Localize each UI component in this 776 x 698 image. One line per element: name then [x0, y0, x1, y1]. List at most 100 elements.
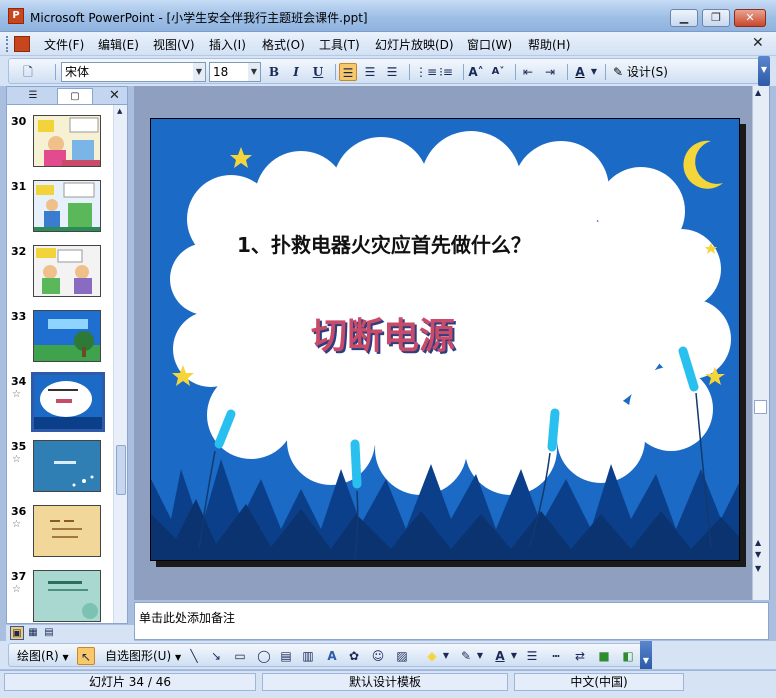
- toolbar-options-icon[interactable]: ▼: [640, 641, 652, 669]
- scroll-down-icon[interactable]: ▼: [755, 550, 761, 559]
- shadow-style-icon[interactable]: ■: [595, 647, 613, 665]
- align-center-icon[interactable]: ☰: [361, 63, 379, 81]
- fill-color-icon[interactable]: ◆: [423, 647, 441, 665]
- notes-placeholder[interactable]: 单击此处添加备注: [139, 609, 235, 626]
- numbered-list-icon[interactable]: ⋮≡: [415, 63, 437, 81]
- slide-number: 32: [11, 245, 27, 258]
- slide-answer[interactable]: 切断电源: [311, 307, 455, 359]
- slide-number: 37: [11, 570, 27, 583]
- close-document-icon[interactable]: ✕: [752, 35, 764, 51]
- select-objects-icon[interactable]: ↖: [77, 647, 95, 665]
- slide-thumbnail-35[interactable]: 35 ☆: [7, 440, 111, 502]
- italic-button[interactable]: I: [287, 63, 305, 81]
- underline-button[interactable]: U: [309, 63, 327, 81]
- slide-thumbnail-34[interactable]: 34 ☆: [7, 372, 111, 437]
- slide-thumbnail-33[interactable]: 33: [7, 310, 111, 372]
- tab-outline[interactable]: ☰: [15, 88, 51, 104]
- slide-preview: [33, 570, 101, 622]
- line-icon[interactable]: ╲: [185, 647, 203, 665]
- align-left-icon[interactable]: ☰: [339, 63, 357, 81]
- oval-icon[interactable]: ◯: [255, 647, 273, 665]
- font-name-combo[interactable]: 宋体 ▼: [61, 62, 206, 82]
- menu-slideshow[interactable]: 幻灯片放映(D): [375, 36, 454, 53]
- wordart-icon[interactable]: A: [323, 647, 341, 665]
- slides-pane: ☰ ▢ ✕ 30 31 32 33 34 ☆ 35 ☆ 36 ☆ 37 ☆ ▲: [6, 86, 128, 624]
- clipart-icon[interactable]: ☺: [369, 647, 387, 665]
- normal-view-icon[interactable]: ▣: [10, 626, 24, 640]
- scroll-up-icon[interactable]: ▲: [117, 107, 122, 115]
- close-pane-icon[interactable]: ✕: [109, 88, 120, 103]
- chevron-down-icon[interactable]: ▼: [509, 647, 519, 665]
- scroll-thumb[interactable]: [116, 445, 126, 495]
- increase-indent-icon[interactable]: ⇥: [541, 63, 559, 81]
- decrease-indent-icon[interactable]: ⇤: [519, 63, 537, 81]
- slide-thumbnail-32[interactable]: 32: [7, 245, 111, 307]
- tab-slides[interactable]: ▢: [57, 88, 93, 104]
- design-button[interactable]: ✎ 设计(S): [613, 62, 668, 82]
- slide-thumbnail-30[interactable]: 30: [7, 115, 111, 177]
- previous-slide-icon[interactable]: ▲: [755, 538, 761, 547]
- menu-file[interactable]: 文件(F): [44, 36, 84, 53]
- slide-question[interactable]: 1、扑救电器火灾应首先做什么？: [237, 229, 531, 258]
- design-template[interactable]: 默认设计模板: [262, 673, 508, 691]
- font-size-combo[interactable]: 18 ▼: [209, 62, 261, 82]
- document-icon[interactable]: [14, 36, 30, 52]
- menu-tools[interactable]: 工具(T): [319, 36, 360, 53]
- draw-menu-button[interactable]: 绘图(R) ▼: [17, 648, 69, 664]
- slide-thumbnail-31[interactable]: 31: [7, 180, 111, 242]
- minimize-button[interactable]: ▁: [670, 9, 698, 27]
- menu-format[interactable]: 格式(O): [262, 36, 305, 53]
- current-slide[interactable]: 1、扑救电器火灾应首先做什么？ 切断电源: [150, 118, 740, 561]
- menu-help[interactable]: 帮助(H): [528, 36, 570, 53]
- bold-button[interactable]: B: [265, 63, 283, 81]
- language-indicator: 中文(中国): [514, 673, 684, 691]
- status-bar: 幻灯片 34 / 46 默认设计模板 中文(中国): [0, 670, 776, 698]
- close-button[interactable]: ✕: [734, 9, 766, 27]
- slideshow-view-icon[interactable]: ▤: [42, 626, 56, 640]
- next-slide-icon[interactable]: ▼: [755, 564, 761, 573]
- decrease-font-icon[interactable]: A˅: [489, 63, 507, 81]
- bullet-list-icon[interactable]: ⁝≡: [437, 63, 455, 81]
- autoshapes-button[interactable]: 自选图形(U) ▼: [105, 648, 181, 664]
- cartoon-preview: [34, 246, 100, 296]
- toolbar-separator: [409, 64, 410, 80]
- font-color-icon[interactable]: A: [571, 63, 589, 81]
- pane-scrollbar[interactable]: ▲: [113, 105, 127, 623]
- arrow-icon[interactable]: ↘: [207, 647, 225, 665]
- vertical-textbox-icon[interactable]: ▥: [299, 647, 317, 665]
- font-color-icon[interactable]: A: [491, 647, 509, 665]
- line-color-icon[interactable]: ✎: [457, 647, 475, 665]
- maximize-button[interactable]: ❐: [702, 9, 730, 27]
- picture-icon[interactable]: ▨: [393, 647, 411, 665]
- dash-style-icon[interactable]: ┅: [547, 647, 565, 665]
- toolbar-options-icon[interactable]: ▼: [758, 56, 770, 86]
- menu-view[interactable]: 视图(V): [153, 36, 195, 53]
- textbox-icon[interactable]: ▤: [277, 647, 295, 665]
- menu-grip[interactable]: [6, 36, 10, 52]
- new-slide-icon[interactable]: 🗋: [19, 63, 37, 81]
- slide-position: 幻灯片 34 / 46: [4, 673, 256, 691]
- menu-edit[interactable]: 编辑(E): [98, 36, 139, 53]
- editor-scrollbar[interactable]: ▲ ▲ ▼ ▼: [752, 86, 769, 600]
- chevron-down-icon[interactable]: ▼: [248, 63, 260, 81]
- slide-thumbnail-36[interactable]: 36 ☆: [7, 505, 111, 567]
- notes-pane[interactable]: 单击此处添加备注: [134, 602, 769, 640]
- menu-window[interactable]: 窗口(W): [467, 36, 512, 53]
- scroll-thumb[interactable]: [754, 400, 767, 414]
- rectangle-icon[interactable]: ▭: [231, 647, 249, 665]
- draw-label: 绘图(R): [17, 649, 59, 663]
- slide-sorter-icon[interactable]: ▦: [26, 626, 40, 640]
- chevron-down-icon[interactable]: ▼: [441, 647, 451, 665]
- chevron-down-icon[interactable]: ▼: [475, 647, 485, 665]
- increase-font-icon[interactable]: A˄: [467, 63, 485, 81]
- chevron-down-icon[interactable]: ▼: [193, 63, 205, 81]
- arrow-style-icon[interactable]: ⇄: [571, 647, 589, 665]
- scroll-up-icon[interactable]: ▲: [755, 88, 761, 97]
- 3d-style-icon[interactable]: ◧: [619, 647, 637, 665]
- align-right-icon[interactable]: ☰: [383, 63, 401, 81]
- slide-thumbnail-37[interactable]: 37 ☆: [7, 570, 111, 632]
- chevron-down-icon[interactable]: ▼: [589, 63, 599, 81]
- menu-insert[interactable]: 插入(I): [209, 36, 246, 53]
- diagram-icon[interactable]: ✿: [345, 647, 363, 665]
- line-style-icon[interactable]: ☰: [523, 647, 541, 665]
